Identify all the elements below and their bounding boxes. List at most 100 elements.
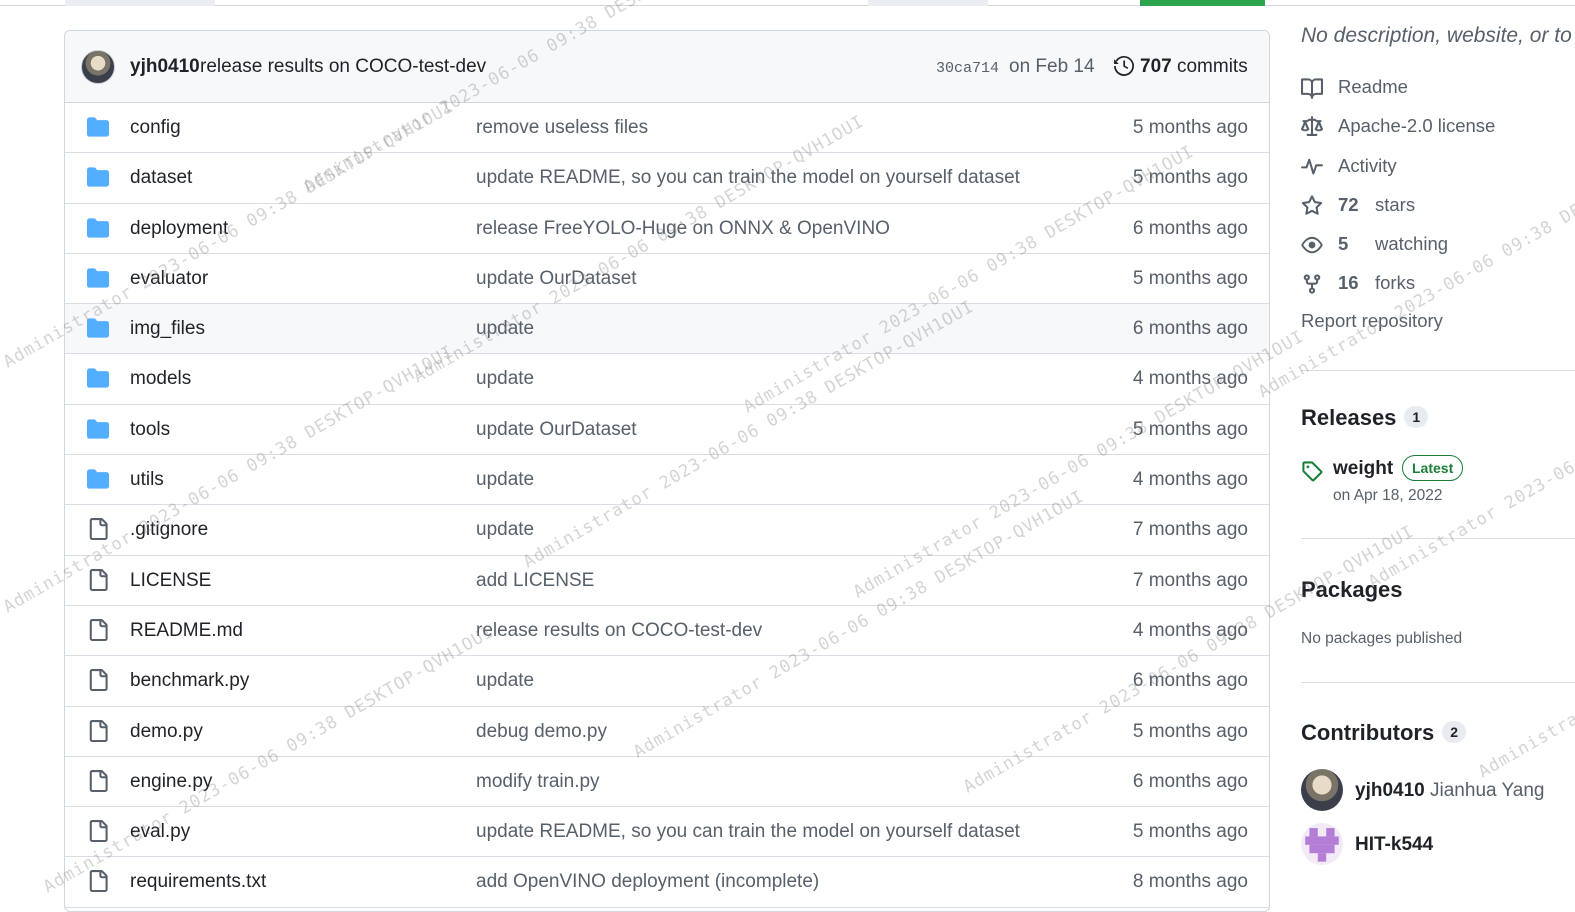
commit-date: on Feb 14	[1009, 56, 1095, 77]
file-row[interactable]: evaluator update OurDataset 5 months ago	[65, 254, 1269, 305]
file-name-link[interactable]: tools	[130, 419, 170, 441]
commit-age: 5 months ago	[1132, 418, 1248, 440]
avatar[interactable]	[1301, 823, 1343, 865]
avatar[interactable]	[81, 50, 115, 84]
history-icon[interactable]	[1113, 55, 1135, 77]
file-name-link[interactable]: engine.py	[130, 771, 212, 793]
file-name-link[interactable]: eval.py	[130, 821, 190, 843]
file-name-link[interactable]: dataset	[130, 167, 192, 189]
contributors-counter: 2	[1442, 721, 1466, 743]
file-row[interactable]: eval.py update README, so you can train t…	[65, 807, 1269, 858]
commit-age: 6 months ago	[1132, 670, 1248, 692]
file-name-link[interactable]: benchmark.py	[130, 670, 249, 692]
file-name-link[interactable]: .gitignore	[130, 519, 208, 541]
commit-count[interactable]: 707 commits	[1140, 56, 1248, 78]
release-name-link[interactable]: weight	[1333, 458, 1393, 480]
commit-message-link[interactable]: add LICENSE	[476, 570, 594, 592]
file-icon	[86, 518, 110, 541]
file-row[interactable]: benchmark.py update 6 months ago	[65, 656, 1269, 707]
file-row[interactable]: LICENSE add LICENSE 7 months ago	[65, 556, 1269, 606]
commit-message-link[interactable]: update OurDataset	[476, 419, 637, 441]
file-row[interactable]: deployment release FreeYOLO-Huge on ONNX …	[65, 204, 1269, 254]
commit-age: 6 months ago	[1132, 318, 1248, 340]
commit-message-link[interactable]: debug demo.py	[476, 721, 607, 743]
file-name-link[interactable]: README.md	[130, 620, 243, 642]
top-button-stub	[868, 0, 988, 6]
commit-message-link[interactable]: update	[476, 318, 534, 340]
releases-heading[interactable]: Releases 1	[1301, 405, 1429, 431]
folder-icon	[86, 267, 110, 289]
commit-message-link[interactable]: remove useless files	[476, 117, 648, 139]
file-name-link[interactable]: utils	[130, 469, 164, 491]
file-name-link[interactable]: LICENSE	[130, 570, 211, 592]
file-name-link[interactable]: models	[130, 368, 191, 390]
report-repository-link[interactable]: Report repository	[1301, 310, 1443, 332]
commit-age: 5 months ago	[1132, 720, 1248, 742]
commit-message-link[interactable]: release FreeYOLO-Huge on ONNX & OpenVINO	[476, 218, 890, 240]
file-row[interactable]: models update 4 months ago	[65, 354, 1269, 405]
top-tab-stub	[65, 0, 215, 6]
file-icon	[86, 719, 110, 742]
file-row[interactable]: config remove useless files 5 months ago	[65, 103, 1269, 154]
file-name-link[interactable]: deployment	[130, 218, 228, 240]
file-name-link[interactable]: demo.py	[130, 721, 203, 743]
commit-message-link[interactable]: update	[476, 469, 534, 491]
latest-commit-bar: yjh0410 release results on COCO-test-dev…	[65, 31, 1269, 103]
commit-message-link[interactable]: update README, so you can train the mode…	[476, 167, 1020, 189]
file-icon	[86, 669, 110, 692]
sidebar-divider	[1301, 682, 1575, 683]
file-row[interactable]: tools update OurDataset 5 months ago	[65, 405, 1269, 456]
commit-author[interactable]: yjh0410	[130, 56, 200, 78]
packages-heading[interactable]: Packages	[1301, 577, 1403, 603]
file-row[interactable]: .gitignore update 7 months ago	[65, 505, 1269, 556]
releases-counter: 1	[1404, 406, 1429, 428]
commit-message[interactable]: release results on COCO-test-dev	[200, 56, 486, 78]
latest-badge: Latest	[1402, 455, 1464, 481]
avatar[interactable]	[1301, 769, 1343, 811]
file-icon	[86, 820, 110, 843]
file-row[interactable]: requirements.txt add OpenVINO deployment …	[65, 857, 1269, 908]
code-button-stub[interactable]	[1140, 0, 1265, 6]
commit-age: 5 months ago	[1132, 821, 1248, 843]
commit-message-link[interactable]: update	[476, 670, 534, 692]
file-name-link[interactable]: config	[130, 117, 181, 139]
commit-age: 5 months ago	[1132, 267, 1248, 289]
repo-description: No description, website, or to	[1301, 24, 1572, 47]
file-row[interactable]: demo.py debug demo.py 5 months ago	[65, 707, 1269, 757]
commit-message-link[interactable]: release results on COCO-test-dev	[476, 620, 762, 642]
commit-message-link[interactable]: modify train.py	[476, 771, 600, 793]
file-name-link[interactable]: img_files	[130, 318, 205, 340]
watermark-text: Administrator 2023-06-06 09:38 DESKTOP-Q…	[1475, 507, 1575, 783]
file-row[interactable]: img_files update 6 months ago	[65, 304, 1269, 355]
watermark-text: Administrator 2023-06-06 09:38 DESKTOP-Q…	[1365, 317, 1575, 593]
commit-message-link[interactable]: update OurDataset	[476, 268, 637, 290]
folder-icon	[86, 418, 110, 440]
commit-message-link[interactable]: update	[476, 519, 534, 541]
folder-icon	[86, 468, 110, 490]
folder-icon	[86, 317, 110, 339]
file-row[interactable]: README.md release results on COCO-test-de…	[65, 606, 1269, 657]
scale-icon	[1301, 116, 1323, 136]
file-name-link[interactable]: requirements.txt	[130, 871, 266, 893]
commit-message-link[interactable]: update README, so you can train the mode…	[476, 821, 1020, 843]
contributors-heading[interactable]: Contributors 2	[1301, 720, 1466, 746]
file-row[interactable]: dataset update README, so you can train t…	[65, 153, 1269, 204]
file-row[interactable]: utils update 4 months ago	[65, 455, 1269, 506]
commit-age: 6 months ago	[1132, 217, 1248, 239]
top-divider	[0, 5, 1575, 6]
commit-message-link[interactable]: update	[476, 368, 534, 390]
commit-age: 4 months ago	[1132, 619, 1248, 641]
folder-icon	[86, 116, 110, 138]
contributor-entry[interactable]: HIT-k544	[1355, 834, 1433, 856]
release-date: on Apr 18, 2022	[1333, 487, 1443, 504]
file-name-link[interactable]: evaluator	[130, 268, 208, 290]
commit-age: 7 months ago	[1132, 569, 1248, 591]
commit-message-link[interactable]: add OpenVINO deployment (incomplete)	[476, 871, 819, 893]
eye-icon	[1301, 236, 1323, 254]
file-row[interactable]: engine.py modify train.py 6 months ago	[65, 757, 1269, 808]
identicon-icon	[1305, 828, 1339, 862]
contributor-entry[interactable]: yjh0410 Jianhua Yang	[1355, 780, 1544, 802]
commit-age: 7 months ago	[1132, 519, 1248, 541]
commit-age: 4 months ago	[1132, 469, 1248, 491]
commit-sha[interactable]: 30ca714	[936, 60, 999, 77]
